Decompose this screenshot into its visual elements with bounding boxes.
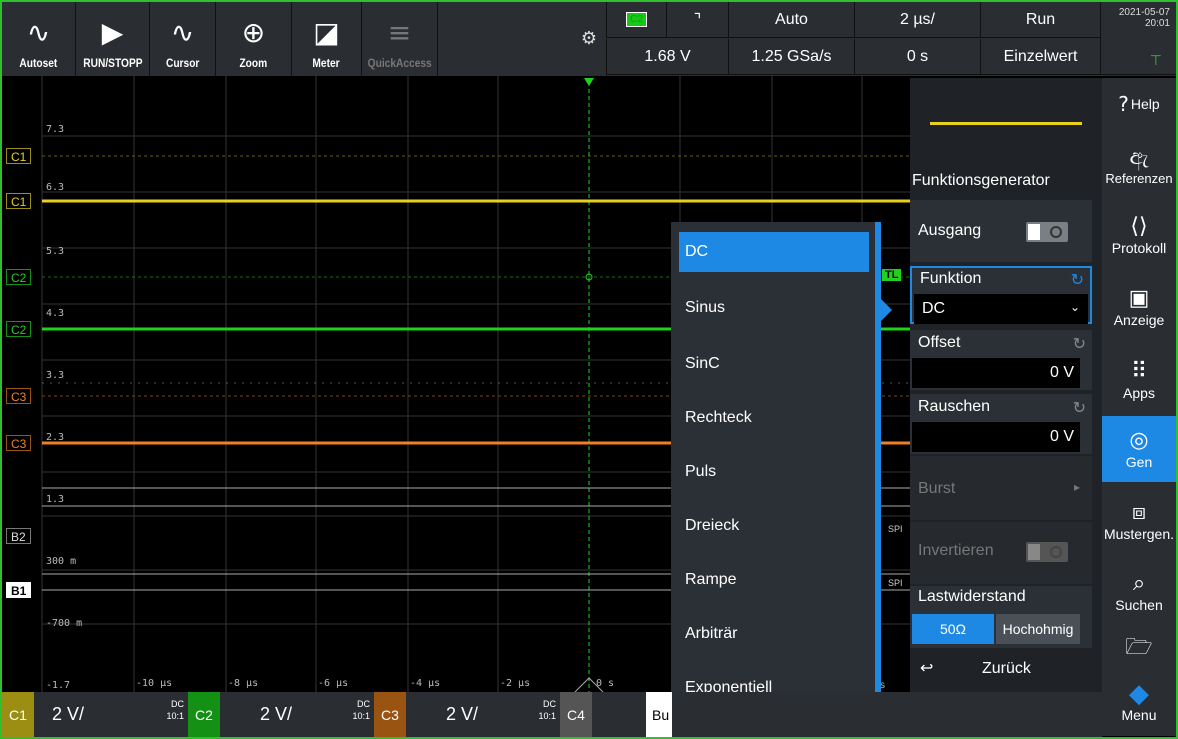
channel-c1-button[interactable]: C1 2 V/ DC 10:1 <box>2 692 188 737</box>
b1-bus-marker[interactable]: B1 <box>6 582 32 598</box>
x-tick-label: -8 µs <box>228 678 259 689</box>
nav-anzeige[interactable]: ▣ Anzeige <box>1102 272 1176 342</box>
c3-threshold-marker[interactable]: C3 <box>6 388 32 404</box>
channel-c3-button[interactable]: C3 2 V/ DC 10:1 <box>374 692 560 737</box>
invertieren-row[interactable]: Invertieren <box>910 522 1092 584</box>
y-tick-label: 2.3 <box>46 432 65 443</box>
x-tick-label: -2 µs <box>500 678 531 689</box>
c2-threshold-marker[interactable]: C2 <box>6 269 32 285</box>
funktion-reset-icon[interactable]: ↻ <box>1071 270 1084 290</box>
function-dropdown-list: DC Sinus SinC Rechteck Puls Dreieck Ramp… <box>671 222 881 736</box>
c1-offset-marker[interactable]: C1 <box>6 193 32 209</box>
y-tick-label: 4.3 <box>46 308 65 319</box>
y-tick-label: -700 m <box>46 618 83 629</box>
invertieren-toggle[interactable] <box>1026 542 1068 562</box>
spi-tag: SPI <box>888 578 903 588</box>
pattern-generator-icon: ⧈ <box>1132 500 1146 525</box>
x-tick-label: -10 µs <box>136 678 173 689</box>
channel-bar: C1 2 V/ DC 10:1 C2 2 V/ DC 10:1 C3 2 V/ DC… <box>2 692 1102 737</box>
function-option-rechteck[interactable]: Rechteck <box>679 398 869 438</box>
display-icon: ▣ <box>1128 286 1150 311</box>
x-tick-label: -4 µs <box>410 678 441 689</box>
nav-mustergen[interactable]: ⧈ Mustergen. <box>1102 486 1176 556</box>
y-tick-label: 6.3 <box>46 182 65 193</box>
last-hochohmig-option[interactable]: Hochohmig <box>996 614 1080 644</box>
c2-offset-marker[interactable]: C2 <box>6 321 32 337</box>
c1-threshold-marker[interactable]: C1 <box>6 148 32 164</box>
generator-icon: ◎ <box>1129 428 1149 453</box>
offset-reset-icon[interactable]: ↻ <box>1073 334 1086 354</box>
nav-protokoll[interactable]: ⟨⟩ Protokoll <box>1102 202 1176 268</box>
nav-menu[interactable]: ◆ Menu <box>1102 670 1176 734</box>
funktion-row[interactable]: Funktion ↻ DC ⌄ <box>910 266 1092 324</box>
nav-suchen[interactable]: ⌕ Suchen <box>1102 558 1176 626</box>
function-option-dreieck[interactable]: Dreieck <box>679 506 869 546</box>
rauschen-reset-icon[interactable]: ↻ <box>1073 398 1086 418</box>
rauschen-field[interactable]: 0 V <box>912 422 1080 452</box>
folder-icon: 🗁 <box>1125 635 1153 660</box>
function-option-rampe[interactable]: Rampe <box>679 560 869 600</box>
ausgang-row[interactable]: Ausgang <box>910 200 1092 262</box>
y-tick-label: 7.3 <box>46 124 65 135</box>
right-nav: ? Help ඇ Referenzen ⟨⟩ Protokoll ▣ Anzei… <box>1102 78 1176 736</box>
back-button[interactable]: ↩ Zurück <box>910 648 1092 692</box>
lastwiderstand-row: Lastwiderstand 50Ω Hochohmig <box>910 586 1092 648</box>
generator-waveform-preview <box>930 122 1082 125</box>
trigger-level-tag[interactable]: TL <box>882 269 902 281</box>
bus-button[interactable]: Bu <box>646 692 672 737</box>
nav-files[interactable]: 🗁 <box>1102 628 1176 668</box>
y-tick-label: 3.3 <box>46 370 65 381</box>
y-tick-label: 1.3 <box>46 494 65 505</box>
function-option-dc[interactable]: DC <box>679 232 869 272</box>
nav-referenzen[interactable]: ඇ Referenzen <box>1102 132 1176 198</box>
rauschen-row[interactable]: Rauschen ↻ 0 V <box>910 394 1092 454</box>
y-tick-label: 5.3 <box>46 246 65 257</box>
burst-row[interactable]: Burst ▸ <box>910 456 1092 520</box>
last-50ohm-option[interactable]: 50Ω <box>912 614 994 644</box>
y-tick-label: -1.7 <box>46 680 71 691</box>
channel-c2-button[interactable]: C2 2 V/ DC 10:1 <box>188 692 374 737</box>
y-tick-label: 300 m <box>46 556 77 567</box>
apps-icon: ⠿ <box>1130 359 1148 384</box>
arrow-right-icon: ▸ <box>1073 480 1080 494</box>
back-arrow-icon: ↩ <box>920 660 934 677</box>
function-generator-panel: Funktionsgenerator Ausgang Funktion ↻ DC… <box>910 78 1102 692</box>
ausgang-toggle[interactable] <box>1026 222 1068 242</box>
panel-title: Funktionsgenerator <box>912 172 1050 189</box>
c3-offset-marker[interactable]: C3 <box>6 435 32 451</box>
channel-c4-button[interactable]: C4 <box>560 692 646 737</box>
function-option-sinc[interactable]: SinC <box>679 344 869 384</box>
funktion-select[interactable]: DC ⌄ <box>914 294 1088 324</box>
b2-bus-marker[interactable]: B2 <box>6 528 31 544</box>
nav-apps[interactable]: ⠿ Apps <box>1102 346 1176 414</box>
dropdown-pointer-icon <box>878 296 892 324</box>
function-option-puls[interactable]: Puls <box>679 452 869 492</box>
reference-icon: ඇ <box>1129 144 1149 170</box>
help-icon: ? <box>1118 92 1129 116</box>
x-tick-label: -6 µs <box>318 678 349 689</box>
search-icon: ⌕ <box>1132 571 1146 596</box>
function-option-arbitraer[interactable]: Arbiträr <box>679 614 869 654</box>
offset-row[interactable]: Offset ↻ 0 V <box>910 330 1092 390</box>
nav-help[interactable]: ? Help <box>1102 78 1176 130</box>
spi-tag: SPI <box>888 524 903 534</box>
chevron-down-icon: ⌄ <box>1069 300 1080 314</box>
rs-logo-icon: ◆ <box>1129 679 1149 709</box>
offset-field[interactable]: 0 V <box>912 358 1080 388</box>
x-tick-label: 0 s <box>596 678 615 689</box>
function-option-sinus[interactable]: Sinus <box>679 288 869 328</box>
nav-gen[interactable]: ◎ Gen <box>1102 416 1176 482</box>
protocol-icon: ⟨⟩ <box>1130 214 1148 239</box>
